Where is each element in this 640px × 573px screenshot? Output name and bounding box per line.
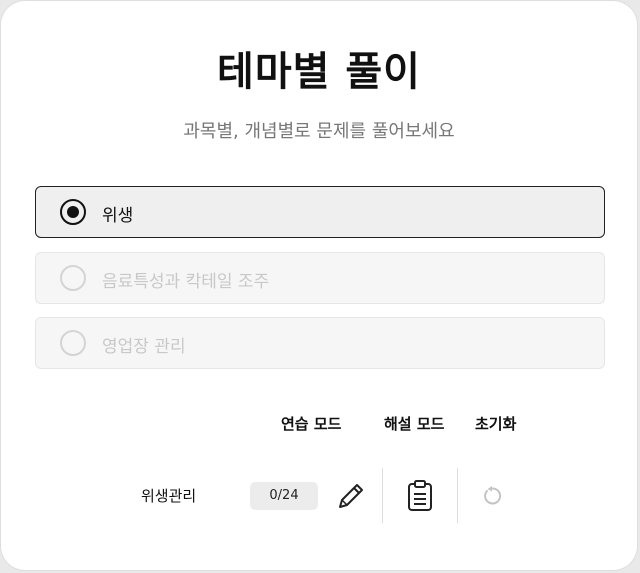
reset-header: 초기화	[475, 415, 517, 433]
option-label: 위생	[102, 206, 134, 226]
practice-mode-header: 연습 모드	[281, 415, 342, 433]
subject-option-beverage-cocktail[interactable]: 음료특성과 칵테일 조주	[35, 252, 605, 304]
radio-unselected-icon[interactable]	[60, 265, 86, 291]
option-label: 음료특성과 칵테일 조주	[102, 272, 270, 292]
theme-practice-card: 테마별 풀이 과목별, 개념별로 문제를 풀어보세요 위생 음료특성과 칵테일 …	[1, 1, 637, 570]
column-divider	[457, 468, 458, 523]
subject-option-business-management[interactable]: 영업장 관리	[35, 317, 605, 369]
page-title: 테마별 풀이	[217, 49, 421, 95]
clipboard-icon[interactable]	[404, 479, 436, 513]
radio-selected-icon[interactable]	[60, 199, 86, 225]
reset-icon[interactable]	[481, 485, 503, 507]
option-label: 영업장 관리	[102, 337, 186, 357]
progress-badge: 0/24	[250, 482, 318, 510]
radio-unselected-icon[interactable]	[60, 330, 86, 356]
topic-row-label: 위생관리	[141, 487, 197, 505]
explanation-mode-header: 해설 모드	[384, 415, 445, 433]
column-divider	[382, 468, 383, 523]
pencil-icon[interactable]	[335, 480, 367, 512]
page-subtitle: 과목별, 개념별로 문제를 풀어보세요	[183, 121, 455, 142]
radio-dot	[67, 206, 79, 218]
subject-option-hygiene[interactable]: 위생	[35, 186, 605, 238]
